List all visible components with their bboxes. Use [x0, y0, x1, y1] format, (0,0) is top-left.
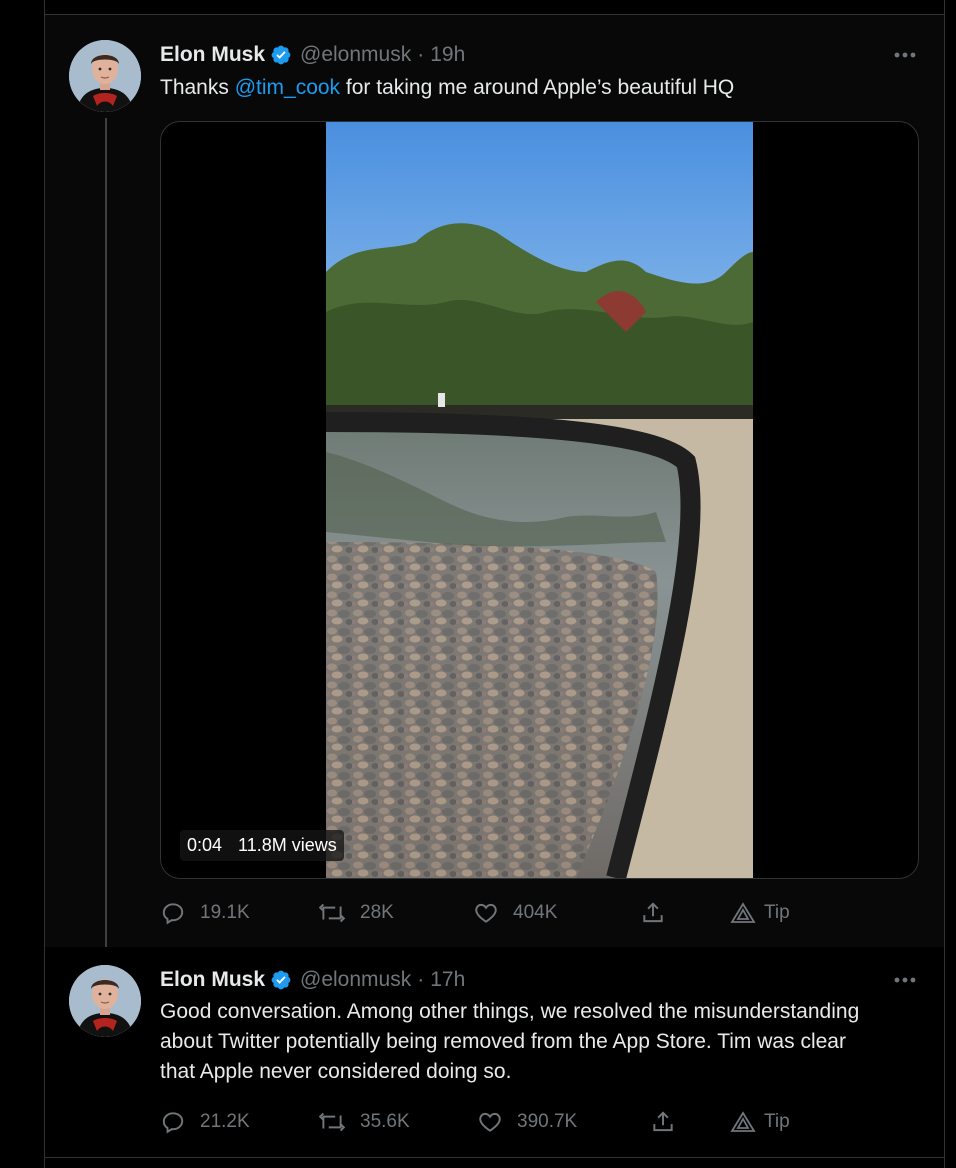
tweet[interactable]: Elon Musk @elonmusk · 17h Good conversat… — [45, 947, 944, 1157]
retweet-button[interactable]: 35.6K — [318, 1107, 410, 1137]
share-button[interactable] — [640, 898, 680, 928]
display-name[interactable]: Elon Musk — [160, 968, 265, 992]
tweet-text: Thanks @tim_cook for taking me around Ap… — [160, 73, 920, 103]
thread-connector-line — [105, 118, 107, 971]
verified-badge-icon — [270, 969, 292, 991]
like-icon — [479, 1112, 501, 1132]
tweet-header: Elon Musk @elonmusk · 17h — [160, 965, 465, 995]
tip-button[interactable]: Tip — [730, 898, 790, 928]
like-button[interactable]: 404K — [473, 898, 557, 928]
share-icon — [653, 1111, 673, 1132]
like-count: 390.7K — [517, 1111, 578, 1132]
like-button[interactable]: 390.7K — [477, 1107, 577, 1137]
video-duration: 0:04 — [187, 835, 223, 855]
retweet-count: 28K — [360, 902, 394, 923]
tweet-text: Good conversation. Among other things, w… — [160, 997, 920, 1087]
video-views: 11.8M views — [238, 835, 337, 855]
more-icon[interactable] — [892, 45, 918, 65]
reply-icon — [162, 903, 184, 925]
tweet-text-end: for taking me around Apple’s beautiful H… — [340, 76, 735, 99]
video-frame[interactable] — [326, 122, 753, 878]
retweet-button[interactable]: 28K — [318, 898, 394, 928]
separator: · — [417, 43, 425, 66]
reply-icon — [162, 1112, 184, 1134]
avatar[interactable] — [69, 40, 141, 112]
tweet-text-line: about Twitter potentially being removed … — [160, 1030, 846, 1053]
tweet-text-start: Thanks — [160, 76, 235, 99]
retweet-icon — [318, 1112, 346, 1132]
action-bar: 19.1K 28K 404K Tip — [160, 898, 920, 928]
verified-badge-icon — [270, 44, 292, 66]
retweet-icon — [318, 903, 346, 923]
tweet-text-line: that Apple never considered doing so. — [160, 1060, 512, 1083]
tip-label: Tip — [764, 902, 790, 923]
video-info-badge: 0:04 11.8M views — [180, 830, 344, 861]
handle[interactable]: @elonmusk — [300, 43, 411, 67]
share-icon — [643, 902, 663, 923]
more-icon[interactable] — [892, 970, 918, 990]
avatar[interactable] — [69, 965, 141, 1037]
retweet-count: 35.6K — [360, 1111, 410, 1132]
tip-label: Tip — [764, 1111, 790, 1132]
divider — [45, 1157, 944, 1158]
tweet-text-line: Good conversation. Among other things, w… — [160, 1000, 860, 1023]
tip-icon — [730, 1111, 756, 1132]
reply-count: 21.2K — [200, 1111, 250, 1132]
video-player[interactable]: 0:04 11.8M views — [160, 121, 919, 879]
tip-icon — [730, 902, 756, 923]
mention-link[interactable]: @tim_cook — [235, 76, 340, 99]
separator: · — [417, 968, 425, 991]
tweet[interactable]: Elon Musk @elonmusk · 19h Thanks @tim_co… — [45, 15, 944, 971]
like-count: 404K — [513, 902, 558, 923]
like-icon — [475, 903, 497, 923]
tweet-header: Elon Musk @elonmusk · 19h — [160, 40, 465, 70]
timestamp[interactable]: 19h — [430, 43, 465, 67]
share-button[interactable] — [650, 1107, 690, 1137]
reply-button[interactable]: 21.2K — [160, 1107, 250, 1137]
timeline-column: Elon Musk @elonmusk · 19h Thanks @tim_co… — [44, 0, 945, 1168]
handle[interactable]: @elonmusk — [300, 968, 411, 992]
display-name[interactable]: Elon Musk — [160, 43, 265, 67]
action-bar: 21.2K 35.6K 390.7K Tip — [160, 1107, 920, 1137]
reply-count: 19.1K — [200, 902, 250, 923]
reply-button[interactable]: 19.1K — [160, 898, 250, 928]
timestamp[interactable]: 17h — [430, 968, 465, 992]
tip-button[interactable]: Tip — [730, 1107, 790, 1137]
